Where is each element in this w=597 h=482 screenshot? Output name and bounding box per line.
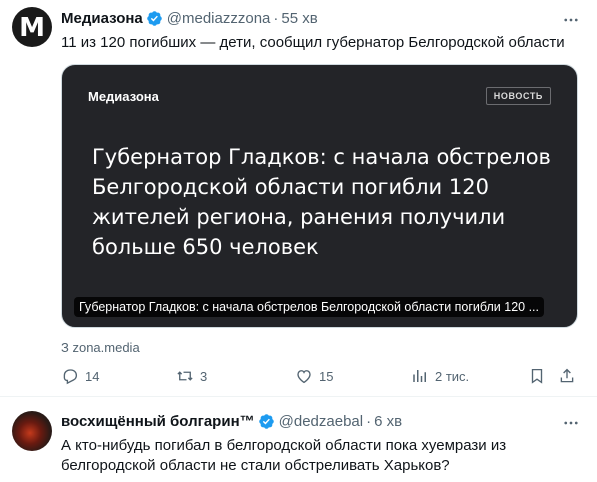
- separator-dot: ·: [366, 413, 372, 430]
- author-handle[interactable]: @dedzaebal: [279, 413, 363, 430]
- card-headline: Губернатор Гладков: с начала обстрелов Б…: [92, 145, 551, 259]
- tweet-time[interactable]: 55 хв: [281, 10, 317, 27]
- author-handle[interactable]: @mediazzzona: [167, 10, 271, 27]
- views-icon: [413, 370, 426, 382]
- tweet-header: Медиазона @mediazzzona · 55 хв: [61, 10, 318, 27]
- reply-button[interactable]: 14: [61, 367, 99, 385]
- card-brand: Медиазона: [88, 89, 159, 104]
- link-card[interactable]: Медиазона НОВОСТЬ Губернатор Гладков: с …: [61, 64, 578, 328]
- author-name[interactable]: восхищённый болгарин™: [61, 413, 255, 430]
- more-icon[interactable]: [561, 413, 581, 433]
- tweet-text-line: А кто-нибудь погибал в белгородской обла…: [61, 437, 507, 454]
- tweet-time[interactable]: 6 хв: [374, 413, 402, 430]
- tweet-reply[interactable]: восхищённый болгарин™ @dedzaebal · 6 хв …: [0, 398, 597, 482]
- avatar-letter: M: [19, 13, 45, 43]
- tweet-text-line: белгородской области не стали обстрелива…: [61, 457, 450, 474]
- tweet-text: А кто-нибудь погибал в белгородской обла…: [61, 436, 506, 476]
- like-icon: [297, 370, 311, 384]
- card-caption: Губернатор Гладков: с начала обстрелов Б…: [74, 297, 545, 317]
- like-count: 15: [319, 368, 334, 384]
- verified-badge-icon: [258, 414, 274, 429]
- more-icon[interactable]: [561, 10, 581, 30]
- views-count: 2 тис.: [435, 368, 470, 384]
- verified-badge-icon: [147, 11, 162, 26]
- card-tag: НОВОСТЬ: [485, 87, 551, 105]
- tweet-text: 11 из 120 погибших — дети, сообщил губер…: [61, 34, 565, 51]
- author-name[interactable]: Медиазона: [61, 10, 143, 27]
- share-button[interactable]: [558, 367, 576, 385]
- action-bar: 14 3 15 2 тис.: [61, 367, 581, 389]
- tweet-mediazona[interactable]: M Медиазона @mediazzzona · 55 хв 11 из 1…: [0, 0, 597, 397]
- card-source[interactable]: З zona.media: [61, 340, 140, 355]
- retweet-button[interactable]: 3: [176, 367, 207, 385]
- like-button[interactable]: 15: [295, 367, 333, 385]
- retweet-count: 3: [200, 368, 208, 384]
- reply-count: 14: [85, 368, 100, 384]
- tweet-header: восхищённый болгарин™ @dedzaebal · 6 хв: [61, 413, 402, 430]
- avatar-mediazona[interactable]: M: [12, 7, 52, 47]
- bookmark-button[interactable]: [528, 367, 546, 385]
- reply-icon: [63, 369, 78, 385]
- share-icon: [560, 368, 574, 383]
- bookmark-icon: [531, 368, 543, 384]
- separator-dot: ·: [273, 10, 279, 27]
- retweet-icon: [177, 371, 193, 381]
- views-button[interactable]: 2 тис.: [411, 367, 469, 385]
